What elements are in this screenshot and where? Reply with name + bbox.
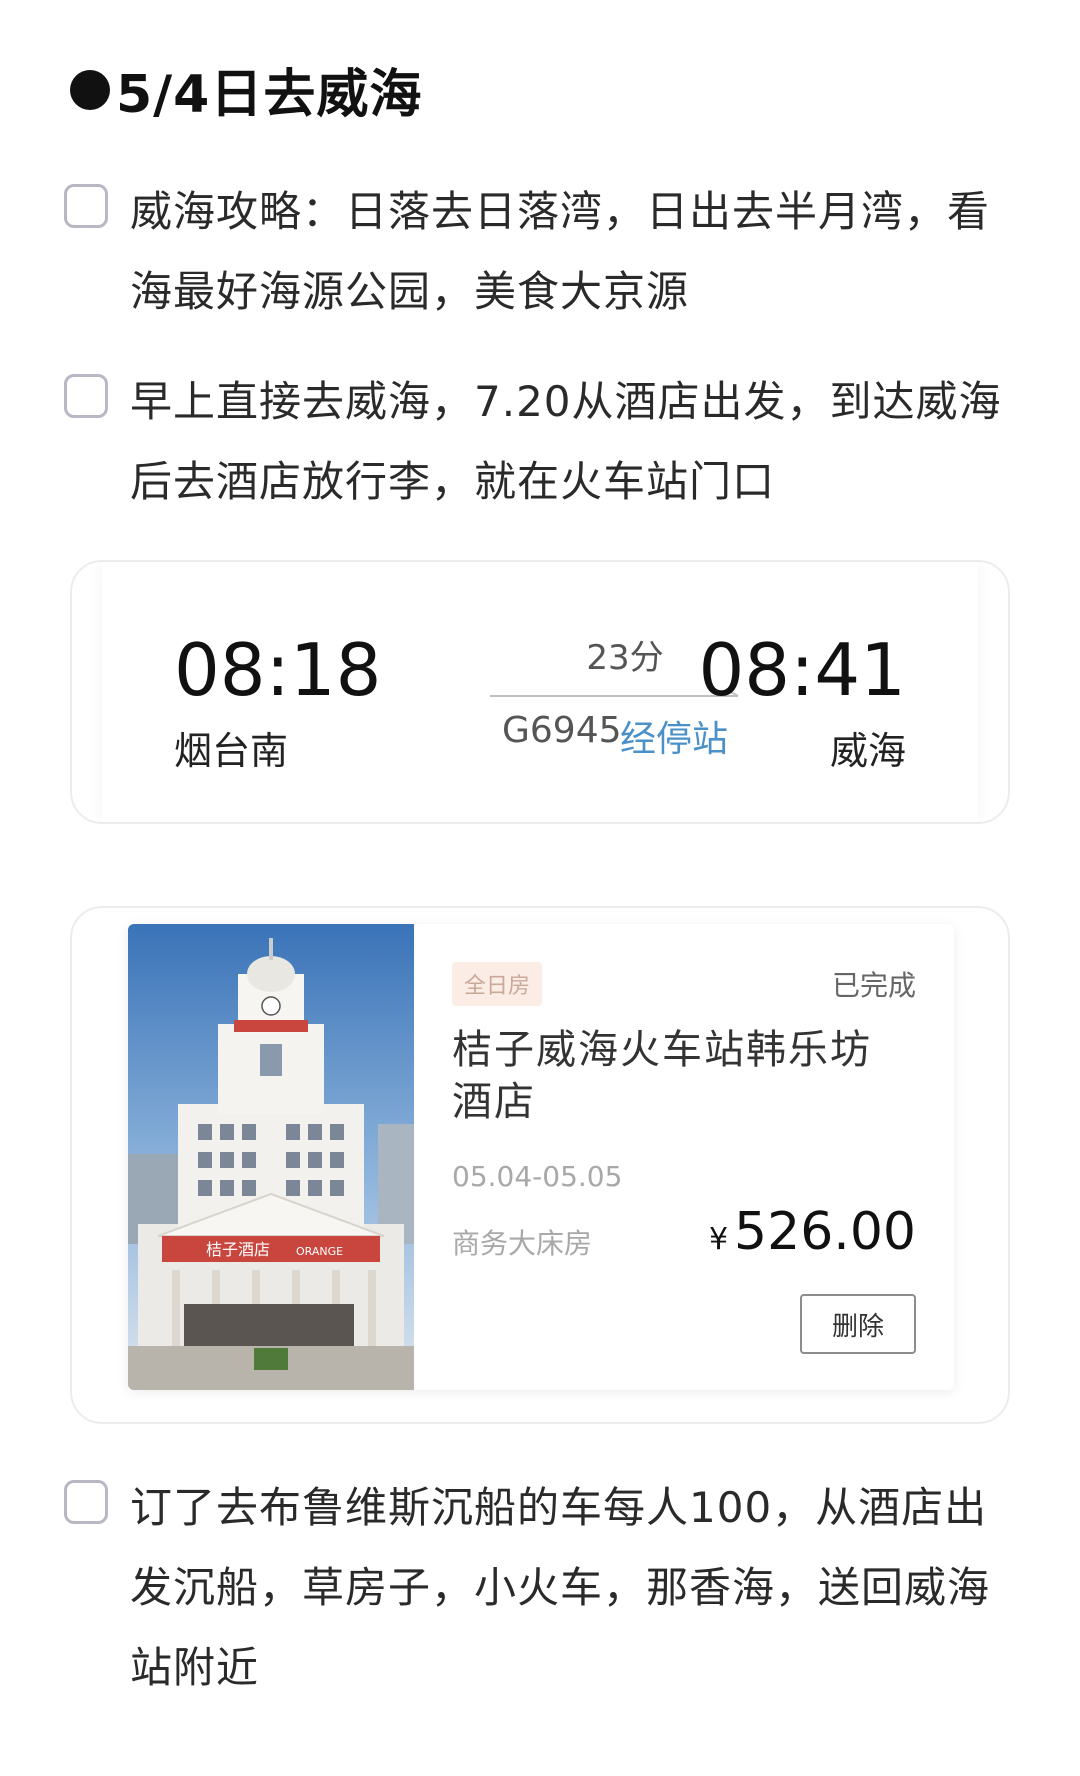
train-ticket-card[interactable]: 08:18 烟台南 23分 G6945 经停站 08:41 威海 [70,560,1010,824]
checkbox[interactable] [64,184,108,228]
order-status: 已完成 [831,969,916,1002]
train-card-inner: 08:18 烟台南 23分 G6945 经停站 08:41 威海 [102,562,978,822]
price: ¥526.00 [709,1202,916,1262]
photo-sign-cn: 桔子酒店 [206,1240,270,1259]
todo-text[interactable]: 订了去布鲁维斯沉船的车每人100，从酒店出发沉船，草房子，小火车，那香海，送回威… [130,1468,1024,1708]
hotel-photo: 桔子酒店 ORANGE [128,924,414,1390]
arrive-time: 08:41 [698,628,907,712]
price-amount: 526.00 [734,1202,916,1262]
checkbox[interactable] [64,1480,108,1524]
todo-item: 早上直接去威海，7.20从酒店出发，到达威海后去酒店放行李，就在火车站门口 [64,362,1024,522]
todo-item: 威海攻略：日落去日落湾，日出去半月湾，看海最好海源公园，美食大京源 [64,172,1024,332]
note-heading: 5/4日去威海 [70,52,422,127]
hotel-order-card[interactable]: 桔子酒店 ORANGE 全日房 已完成 桔子威海火车站韩乐坊酒店 05.04-0… [128,924,954,1390]
checkbox[interactable] [64,374,108,418]
stay-dates: 05.04-05.05 [452,1160,623,1193]
hotel-card-wrapper: 桔子酒店 ORANGE 全日房 已完成 桔子威海火车站韩乐坊酒店 05.04-0… [70,906,1010,1424]
train-number: G6945 [502,710,622,751]
room-type: 商务大床房 [452,1227,593,1260]
stops-link[interactable]: 经停站 [620,710,728,762]
hotel-name: 桔子威海火车站韩乐坊酒店 [452,1027,872,1125]
room-tag: 全日房 [452,962,543,1006]
photo-sign-en: ORANGE [296,1245,343,1258]
depart-time: 08:18 [174,628,382,712]
note-title: 5/4日去威海 [116,65,423,125]
delete-button[interactable]: 删除 [800,1294,916,1354]
depart-station: 烟台南 [174,729,289,773]
bullet-dot [70,69,110,110]
todo-text[interactable]: 威海攻略：日落去日落湾，日出去半月湾，看海最好海源公园，美食大京源 [130,172,1024,332]
todo-text[interactable]: 早上直接去威海，7.20从酒店出发，到达威海后去酒店放行李，就在火车站门口 [130,362,1024,522]
todo-item: 订了去布鲁维斯沉船的车每人100，从酒店出发沉船，草房子，小火车，那香海，送回威… [64,1468,1024,1708]
arrive-station: 威海 [829,729,906,773]
currency-symbol: ¥ [708,1222,729,1257]
